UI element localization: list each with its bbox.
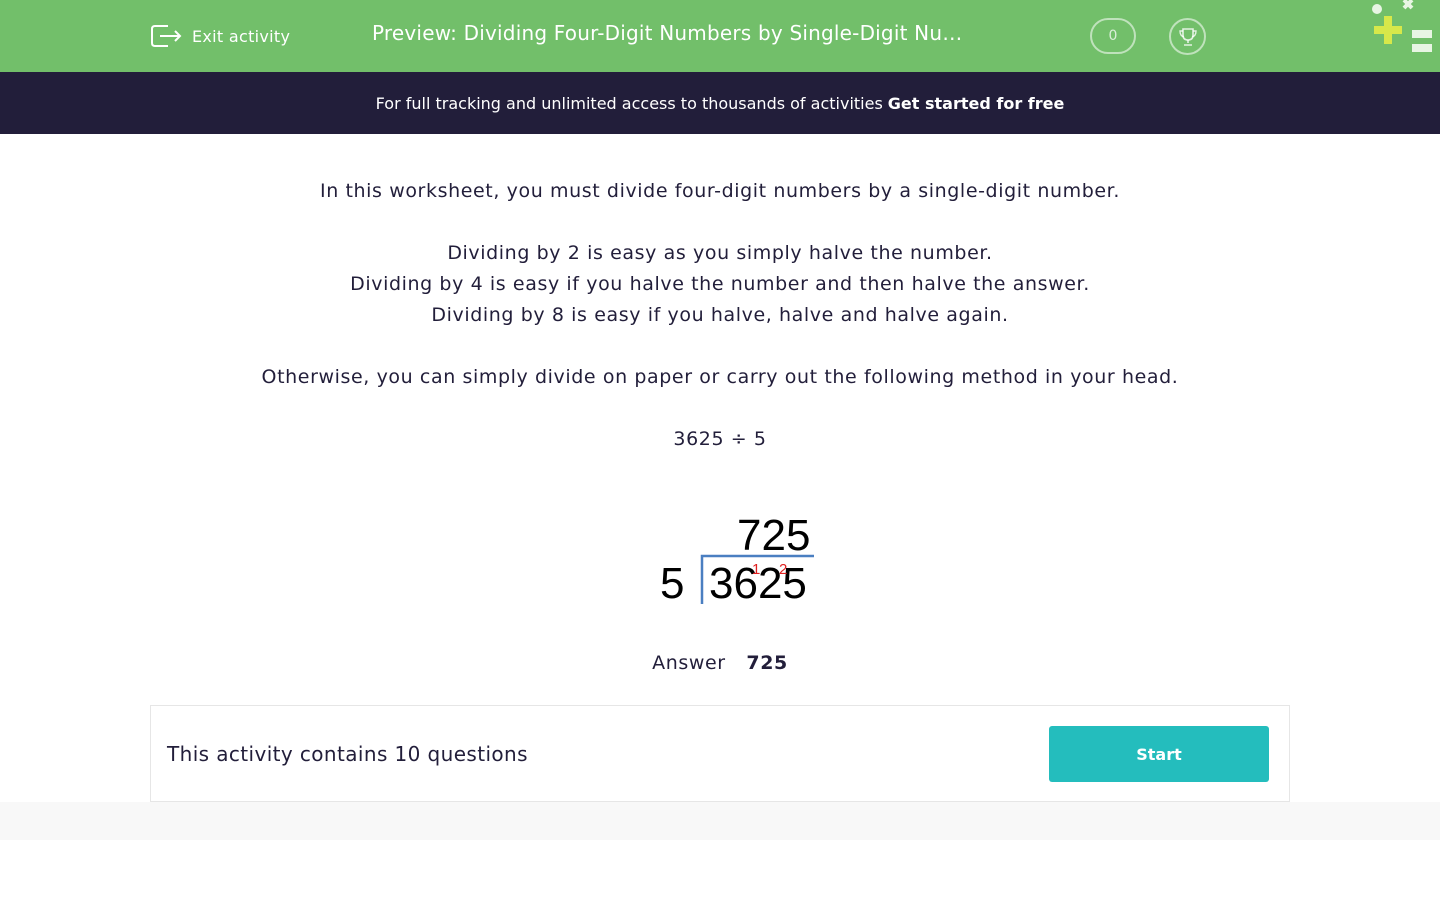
- intro-line-5: Otherwise, you can simply divide on pape…: [261, 366, 1179, 388]
- footer-band: [0, 802, 1440, 840]
- exit-icon: [150, 22, 182, 50]
- page-title: Preview: Dividing Four-Digit Numbers by …: [372, 21, 977, 45]
- intro-line-1: In this worksheet, you must divide four-…: [320, 180, 1120, 202]
- top-bar: Exit activity Preview: Dividing Four-Dig…: [0, 0, 1440, 72]
- short-division-diagram: 725 5 3625 1 2: [640, 500, 840, 620]
- division-divisor: 5: [660, 559, 684, 608]
- intro-line-4: Dividing by 8 is easy if you halve, halv…: [431, 304, 1009, 326]
- trophy-icon: [1178, 27, 1197, 46]
- exit-activity-label: Exit activity: [192, 26, 291, 46]
- example-equation: 3625 ÷ 5: [673, 428, 767, 450]
- promo-banner: For full tracking and unlimited access t…: [0, 72, 1440, 134]
- division-carry-2: 2: [779, 561, 787, 578]
- answer-row: Answer 725: [0, 652, 1440, 674]
- brand-logo: [1368, 0, 1440, 56]
- division-quotient: 725: [737, 511, 810, 560]
- promo-text: For full tracking and unlimited access t…: [375, 93, 883, 113]
- intro-line-3: Dividing by 4 is easy if you halve the n…: [350, 273, 1090, 295]
- division-carry-1: 1: [752, 561, 760, 578]
- answer-value: 725: [746, 652, 788, 674]
- score-badge: 0: [1090, 18, 1136, 54]
- activity-card: This activity contains 10 questions Star…: [150, 705, 1290, 802]
- exit-activity-button[interactable]: Exit activity: [150, 20, 290, 52]
- intro-line-2: Dividing by 2 is easy as you simply halv…: [447, 242, 993, 264]
- answer-label: Answer: [652, 652, 726, 674]
- get-started-link[interactable]: Get started for free: [888, 94, 1065, 113]
- question-count-text: This activity contains 10 questions: [167, 742, 528, 766]
- start-button[interactable]: Start: [1049, 726, 1269, 782]
- trophy-button[interactable]: [1169, 18, 1206, 55]
